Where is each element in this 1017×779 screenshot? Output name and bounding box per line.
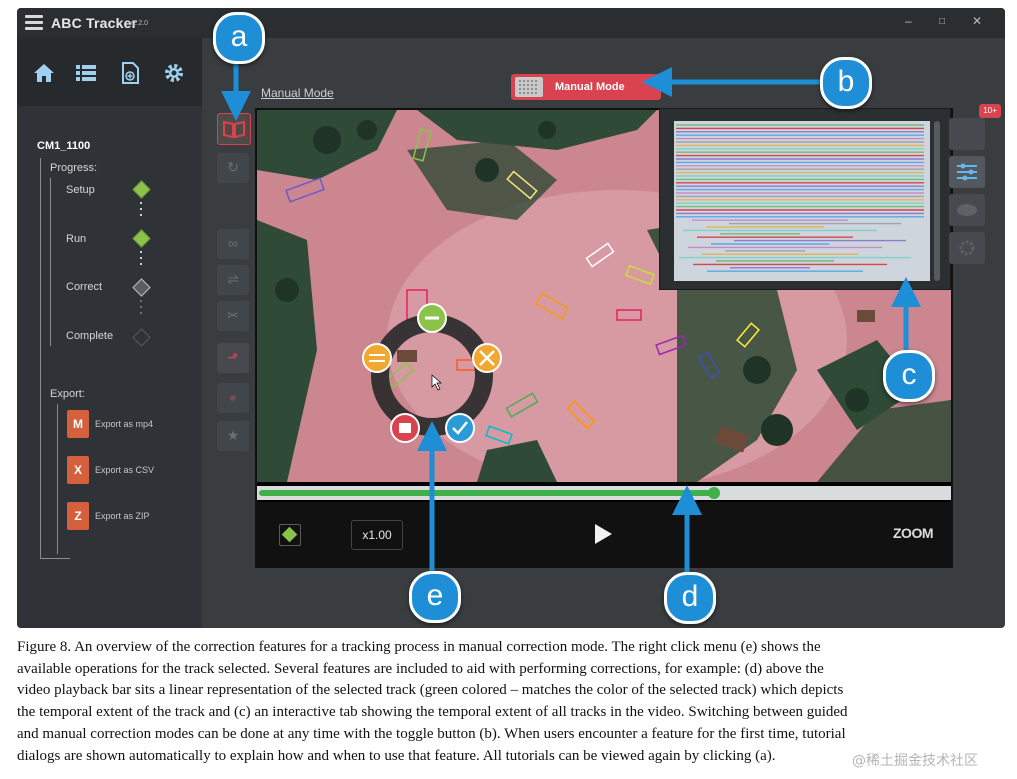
callout-b: b (820, 57, 872, 109)
callout-d: d (664, 572, 716, 624)
figure-caption: Figure 8. An overview of the correction … (17, 637, 1005, 767)
callout-c: c (883, 350, 935, 402)
caption-line: and manual correction modes can be done … (17, 725, 846, 742)
caption-line: Figure 8. An overview of the correction … (17, 639, 821, 655)
caption-line: video playback bar sits a linear represe… (17, 682, 844, 699)
watermark: @稀土掘金技术社区 (852, 753, 978, 769)
caption-line: the temporal extent of the track and (c)… (17, 704, 848, 721)
callout-a: a (213, 12, 265, 64)
caption-line: available operations for the track selec… (17, 660, 824, 677)
app-window: ABC Tracker v2.2.0 – □ ✕ CM1_1100 Progre… (17, 8, 1005, 628)
callout-e: e (409, 571, 461, 623)
